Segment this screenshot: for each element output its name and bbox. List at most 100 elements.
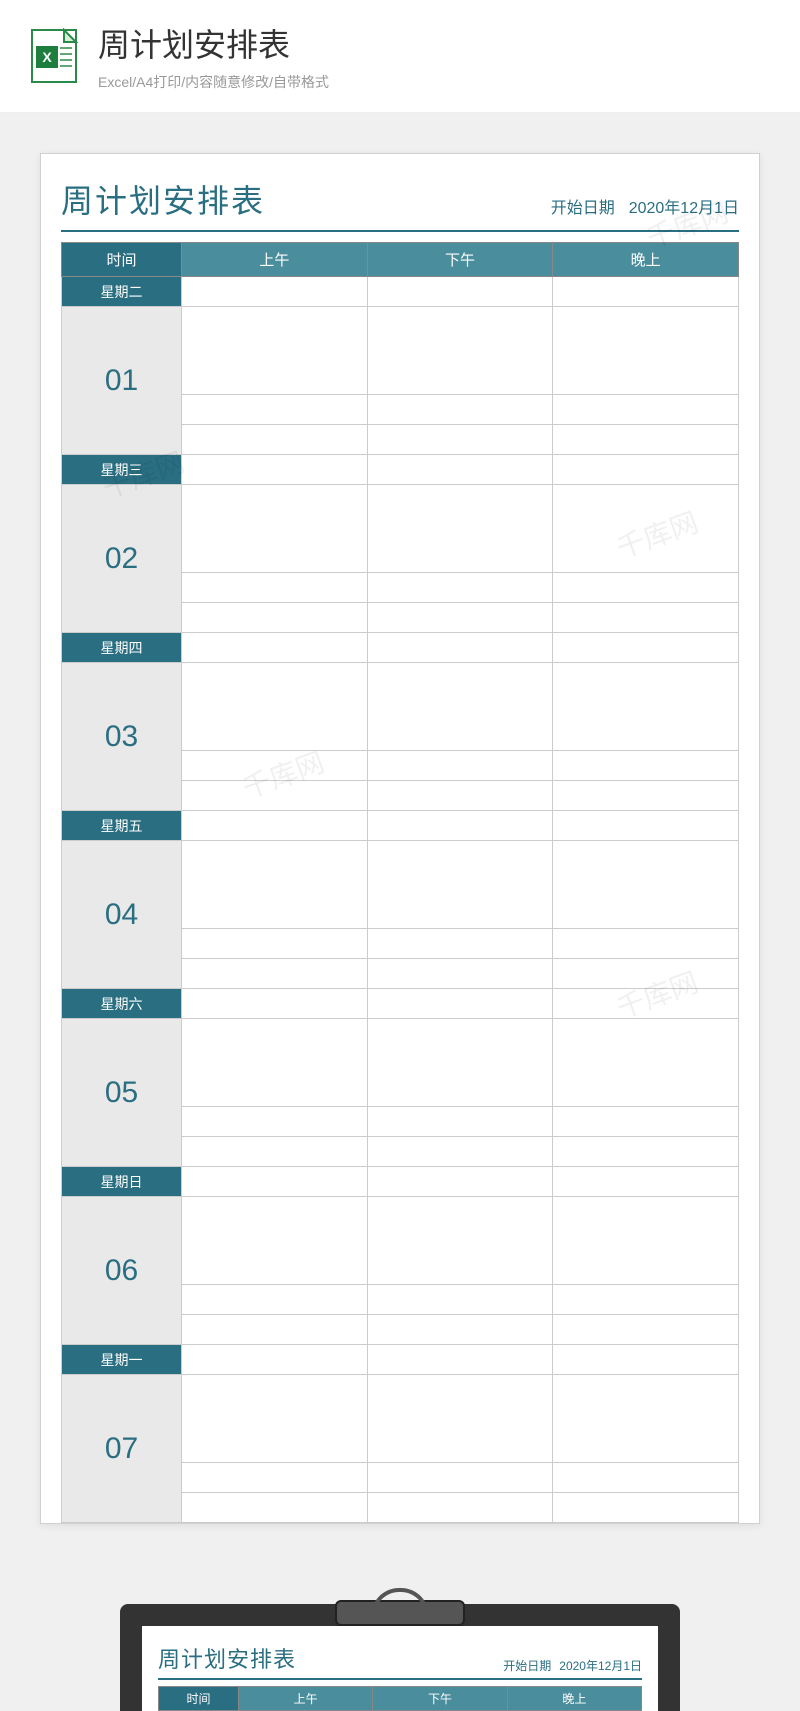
schedule-cell[interactable] xyxy=(182,841,368,929)
schedule-cell[interactable] xyxy=(182,1137,368,1167)
table-row: 星期四 xyxy=(62,633,739,663)
schedule-cell[interactable] xyxy=(182,455,368,485)
schedule-cell[interactable] xyxy=(367,1493,553,1523)
schedule-cell[interactable] xyxy=(367,485,553,573)
schedule-cell[interactable] xyxy=(553,425,739,455)
schedule-cell[interactable] xyxy=(367,929,553,959)
schedule-cell[interactable] xyxy=(182,603,368,633)
schedule-cell[interactable] xyxy=(367,1019,553,1107)
schedule-cell[interactable] xyxy=(553,1463,739,1493)
schedule-cell[interactable] xyxy=(553,1197,739,1285)
schedule-cell[interactable] xyxy=(182,1107,368,1137)
schedule-cell[interactable] xyxy=(367,751,553,781)
schedule-cell[interactable] xyxy=(367,425,553,455)
schedule-cell[interactable] xyxy=(367,781,553,811)
schedule-cell[interactable] xyxy=(367,1137,553,1167)
mini-col-afternoon: 下午 xyxy=(373,1687,507,1711)
schedule-table: 时间 上午 下午 晚上 星期二01星期三02星期四03星期五04星期六05星期日… xyxy=(61,242,739,1523)
schedule-cell[interactable] xyxy=(367,395,553,425)
schedule-cell[interactable] xyxy=(182,929,368,959)
schedule-cell[interactable] xyxy=(367,603,553,633)
schedule-cell[interactable] xyxy=(553,1019,739,1107)
schedule-cell[interactable] xyxy=(553,1375,739,1463)
schedule-cell[interactable] xyxy=(182,1315,368,1345)
schedule-cell[interactable] xyxy=(182,395,368,425)
schedule-cell[interactable] xyxy=(367,1463,553,1493)
schedule-cell[interactable] xyxy=(553,751,739,781)
clipboard: 周计划安排表 开始日期 2020年12月1日 时间 上午 下午 晚上 xyxy=(120,1604,680,1711)
schedule-cell[interactable] xyxy=(367,663,553,751)
schedule-cell[interactable] xyxy=(367,989,553,1019)
schedule-cell[interactable] xyxy=(182,811,368,841)
schedule-cell[interactable] xyxy=(553,811,739,841)
schedule-cell[interactable] xyxy=(367,633,553,663)
table-row: 02 xyxy=(62,485,739,573)
schedule-cell[interactable] xyxy=(182,485,368,573)
schedule-cell[interactable] xyxy=(553,1493,739,1523)
schedule-cell[interactable] xyxy=(182,425,368,455)
schedule-cell[interactable] xyxy=(182,781,368,811)
mini-title: 周计划安排表 xyxy=(158,1642,296,1674)
schedule-cell[interactable] xyxy=(553,573,739,603)
schedule-cell[interactable] xyxy=(367,811,553,841)
schedule-cell[interactable] xyxy=(367,1375,553,1463)
schedule-cell[interactable] xyxy=(182,277,368,307)
schedule-cell[interactable] xyxy=(182,633,368,663)
schedule-cell[interactable] xyxy=(367,1315,553,1345)
schedule-cell[interactable] xyxy=(182,1463,368,1493)
schedule-cell[interactable] xyxy=(367,307,553,395)
schedule-cell[interactable] xyxy=(182,1375,368,1463)
schedule-cell[interactable] xyxy=(553,663,739,751)
schedule-cell[interactable] xyxy=(553,603,739,633)
schedule-cell[interactable] xyxy=(553,781,739,811)
table-row: 星期三 xyxy=(62,455,739,485)
schedule-cell[interactable] xyxy=(367,277,553,307)
schedule-cell[interactable] xyxy=(367,959,553,989)
schedule-cell[interactable] xyxy=(553,395,739,425)
table-row: 01 xyxy=(62,307,739,395)
weekday-label: 星期三 xyxy=(62,455,182,485)
template-sheet: 千库网 千库网 千库网 千库网 千库网 周计划安排表 开始日期 2020年12月… xyxy=(40,153,760,1524)
schedule-cell[interactable] xyxy=(553,1345,739,1375)
day-number: 03 xyxy=(62,663,182,811)
schedule-cell[interactable] xyxy=(553,959,739,989)
weekday-label: 星期日 xyxy=(62,1167,182,1197)
schedule-cell[interactable] xyxy=(553,1167,739,1197)
schedule-cell[interactable] xyxy=(182,751,368,781)
schedule-cell[interactable] xyxy=(367,1345,553,1375)
schedule-cell[interactable] xyxy=(553,455,739,485)
schedule-cell[interactable] xyxy=(182,1345,368,1375)
schedule-cell[interactable] xyxy=(553,277,739,307)
schedule-cell[interactable] xyxy=(182,663,368,751)
schedule-cell[interactable] xyxy=(367,1107,553,1137)
table-row: 星期二 xyxy=(62,277,739,307)
schedule-cell[interactable] xyxy=(182,1197,368,1285)
schedule-cell[interactable] xyxy=(553,633,739,663)
mini-sheet: 周计划安排表 开始日期 2020年12月1日 时间 上午 下午 晚上 xyxy=(142,1626,658,1711)
schedule-cell[interactable] xyxy=(553,1137,739,1167)
schedule-cell[interactable] xyxy=(367,1167,553,1197)
table-row: 03 xyxy=(62,663,739,751)
schedule-cell[interactable] xyxy=(367,573,553,603)
schedule-cell[interactable] xyxy=(367,841,553,929)
schedule-cell[interactable] xyxy=(553,1315,739,1345)
schedule-cell[interactable] xyxy=(367,1197,553,1285)
weekday-label: 星期二 xyxy=(62,277,182,307)
schedule-cell[interactable] xyxy=(182,989,368,1019)
schedule-cell[interactable] xyxy=(553,1107,739,1137)
schedule-cell[interactable] xyxy=(553,929,739,959)
schedule-cell[interactable] xyxy=(553,307,739,395)
schedule-cell[interactable] xyxy=(367,455,553,485)
schedule-cell[interactable] xyxy=(553,989,739,1019)
mini-table: 时间 上午 下午 晚上 xyxy=(158,1686,642,1711)
schedule-cell[interactable] xyxy=(182,573,368,603)
schedule-cell[interactable] xyxy=(182,1167,368,1197)
schedule-cell[interactable] xyxy=(553,841,739,929)
day-number: 05 xyxy=(62,1019,182,1167)
schedule-cell[interactable] xyxy=(182,1493,368,1523)
schedule-cell[interactable] xyxy=(182,959,368,989)
mini-start-date-label: 开始日期 xyxy=(503,1657,551,1674)
schedule-cell[interactable] xyxy=(182,1019,368,1107)
schedule-cell[interactable] xyxy=(553,485,739,573)
schedule-cell[interactable] xyxy=(182,307,368,395)
